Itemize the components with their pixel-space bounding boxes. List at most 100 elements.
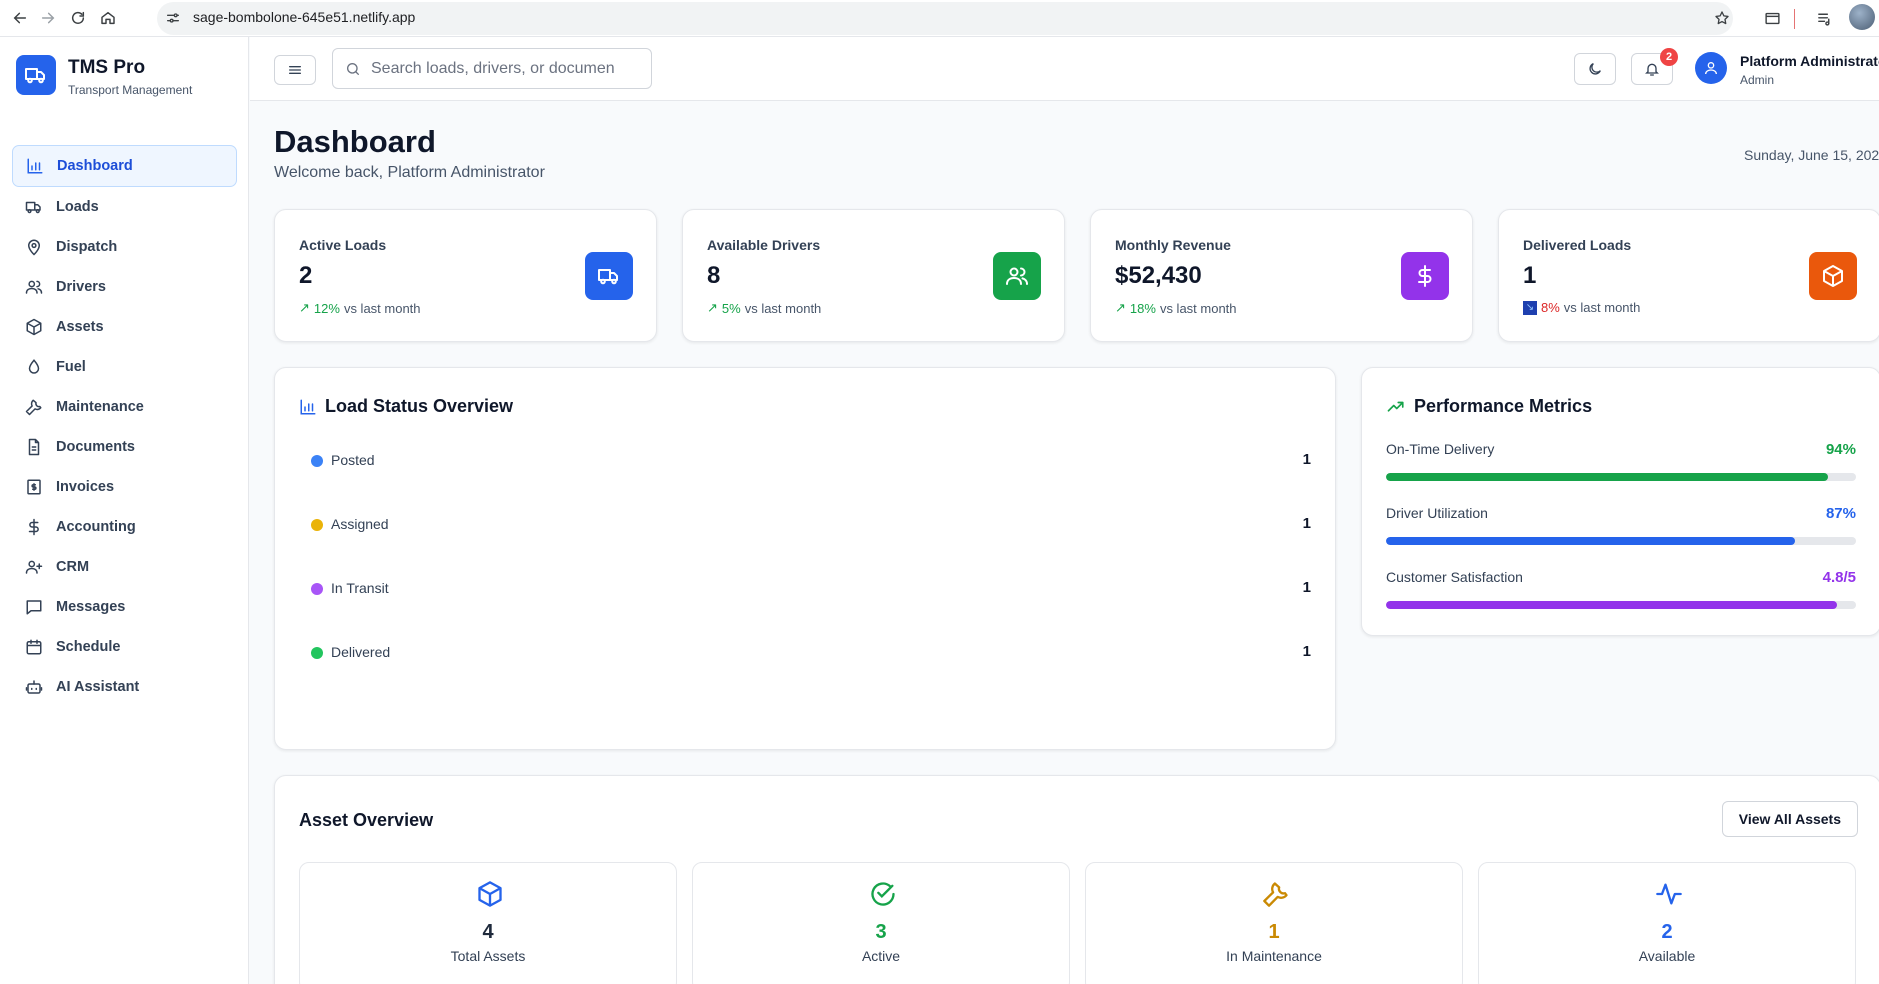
progress-fill — [1386, 537, 1795, 545]
sidebar-item-dispatch[interactable]: Dispatch — [12, 226, 237, 268]
metric-label: Customer Satisfaction — [1386, 569, 1523, 585]
bar-chart-icon — [25, 156, 45, 176]
sidebar-item-label: AI Assistant — [56, 679, 140, 695]
search-bar[interactable] — [332, 48, 652, 89]
sidebar-item-schedule[interactable]: Schedule — [12, 626, 237, 668]
stat-label: Monthly Revenue — [1115, 237, 1231, 253]
asset-tile-active[interactable]: 3 Active — [692, 862, 1070, 984]
stat-card-active-loads: Active Loads 2 ↗ 12% vs last month — [274, 209, 657, 342]
asset-tile-total[interactable]: 4 Total Assets — [299, 862, 677, 984]
status-row-assigned: Assigned 1 — [311, 514, 1311, 536]
stat-label: Active Loads — [299, 237, 387, 253]
wrench-icon — [1261, 879, 1291, 909]
user-avatar[interactable] — [1695, 52, 1727, 84]
trend-down-icon: ↘ — [1523, 300, 1537, 315]
load-status-title: Load Status Overview — [299, 396, 513, 417]
theme-toggle-button[interactable] — [1574, 53, 1616, 85]
stat-trend: ↗ 12% vs last month — [299, 300, 421, 316]
stat-change: 5% — [721, 300, 741, 316]
bar-chart-icon — [299, 398, 317, 416]
stat-trend: ↗ 5% vs last month — [707, 300, 821, 316]
status-label: Posted — [331, 452, 375, 468]
status-dot — [311, 455, 323, 467]
forward-icon[interactable] — [36, 6, 60, 30]
brand-title: TMS Pro — [68, 57, 146, 78]
home-icon[interactable] — [96, 6, 120, 30]
status-label: Assigned — [331, 516, 389, 532]
sidebar-item-fuel[interactable]: Fuel — [12, 346, 237, 388]
progress-fill — [1386, 601, 1838, 609]
page-subtitle: Welcome back, Platform Administrator — [274, 164, 545, 181]
sidebar-item-loads[interactable]: Loads — [12, 186, 237, 228]
asset-label: Active — [861, 948, 901, 964]
stat-value: $52,430 — [1115, 262, 1202, 289]
view-all-assets-button[interactable]: View All Assets — [1721, 801, 1858, 837]
stat-trend: ↘ 8% vs last month — [1523, 300, 1640, 315]
asset-label: Available — [1638, 948, 1696, 964]
stat-label: Delivered Loads — [1523, 237, 1632, 253]
media-controls-icon[interactable] — [1812, 6, 1836, 30]
sidebar-item-assets[interactable]: Assets — [12, 306, 237, 348]
status-label: In Transit — [331, 580, 389, 596]
status-count: 1 — [1302, 643, 1311, 660]
bookmark-star-icon[interactable] — [1710, 6, 1734, 30]
section-title-text: Load Status Overview — [325, 396, 514, 416]
asset-overview-title: Asset Overview — [299, 810, 434, 830]
bot-icon — [24, 677, 44, 697]
stat-value: 1 — [1523, 262, 1537, 289]
dollar-icon — [24, 517, 44, 537]
status-count: 1 — [1302, 451, 1311, 468]
status-count: 1 — [1302, 579, 1311, 596]
sidebar-item-documents[interactable]: Documents — [12, 426, 237, 468]
sidebar-item-label: Drivers — [56, 279, 106, 295]
stat-trend: ↗ 18% vs last month — [1115, 300, 1237, 316]
sidebar-item-accounting[interactable]: Accounting — [12, 506, 237, 548]
performance-title: Performance Metrics — [1386, 396, 1592, 417]
sidebar-item-label: CRM — [56, 559, 90, 575]
trend-up-icon: ↗ — [1115, 300, 1126, 315]
user-name[interactable]: Platform Administrator — [1740, 53, 1879, 69]
sidebar-item-maintenance[interactable]: Maintenance — [12, 386, 237, 428]
search-icon — [347, 62, 359, 75]
sidebar-item-crm[interactable]: CRM — [12, 546, 237, 588]
user-role: Admin — [1740, 73, 1775, 87]
stat-change: 8% — [1541, 300, 1560, 315]
current-date: Sunday, June 15, 2025 — [1744, 147, 1879, 163]
site-info-icon[interactable] — [161, 6, 185, 30]
sidebar-item-drivers[interactable]: Drivers — [12, 266, 237, 308]
truck-icon — [585, 252, 633, 300]
status-row-posted: Posted 1 — [311, 450, 1311, 472]
brand-logo[interactable] — [16, 55, 56, 95]
sidebar-item-messages[interactable]: Messages — [12, 586, 237, 628]
asset-tile-available[interactable]: 2 Available — [1478, 862, 1856, 984]
bell-icon — [1645, 63, 1659, 76]
stat-card-delivered-loads: Delivered Loads 1 ↘ 8% vs last month — [1498, 209, 1879, 342]
status-dot — [311, 519, 323, 531]
wrench-icon — [24, 397, 44, 417]
sidebar-item-label: Assets — [56, 319, 104, 335]
profile-avatar[interactable] — [1849, 4, 1875, 30]
sidebar-item-label: Schedule — [56, 639, 121, 655]
progress-track — [1386, 537, 1856, 545]
sidebar-item-ai-assistant[interactable]: AI Assistant — [12, 666, 237, 708]
menu-toggle-button[interactable] — [274, 55, 316, 85]
sidebar-item-label: Fuel — [56, 359, 86, 375]
progress-track — [1386, 473, 1856, 481]
url-text[interactable]: sage-bombolone-645e51.netlify.app — [193, 9, 415, 25]
notifications-button[interactable]: 2 — [1631, 48, 1678, 85]
reload-icon[interactable] — [66, 6, 90, 30]
package-icon — [475, 879, 505, 909]
tab-search-icon[interactable] — [1760, 6, 1784, 30]
performance-metrics-card: Performance Metrics On-Time Delivery 94%… — [1361, 367, 1879, 636]
asset-tile-maintenance[interactable]: 1 In Maintenance — [1085, 862, 1463, 984]
search-input[interactable] — [371, 59, 631, 78]
browser-toolbar: sage-bombolone-645e51.netlify.app — [0, 0, 1879, 37]
sidebar-item-dashboard[interactable]: Dashboard — [12, 145, 237, 187]
stat-card-monthly-revenue: Monthly Revenue $52,430 ↗ 18% vs last mo… — [1090, 209, 1473, 342]
stat-change-suffix: vs last month — [744, 300, 822, 316]
calendar-icon — [24, 637, 44, 657]
sidebar-item-label: Dispatch — [56, 239, 118, 255]
sidebar-item-invoices[interactable]: Invoices — [12, 466, 237, 508]
back-icon[interactable] — [8, 6, 32, 30]
droplet-icon — [24, 357, 44, 377]
